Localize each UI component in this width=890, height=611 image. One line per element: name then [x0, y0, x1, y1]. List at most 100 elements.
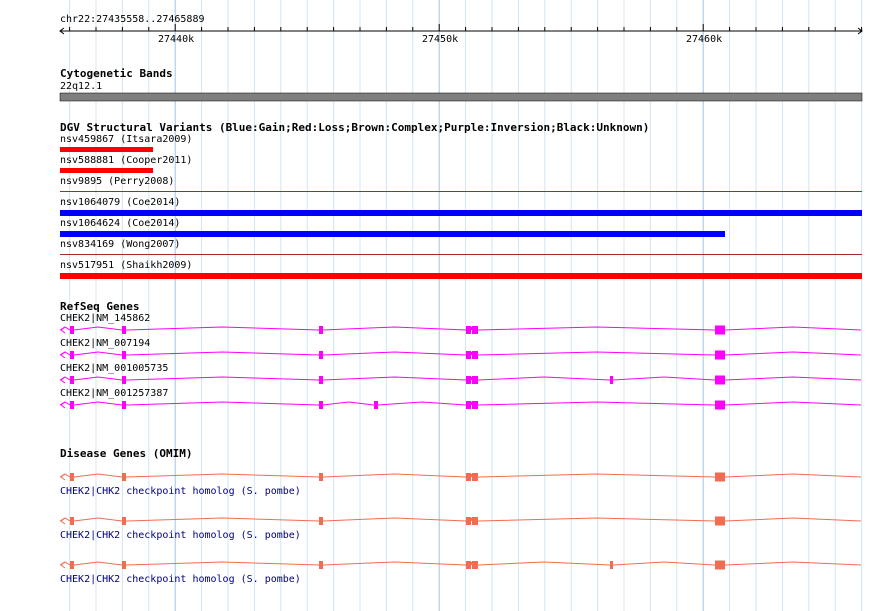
- gene-intron: [73, 326, 123, 331]
- gene-exon: [472, 326, 478, 334]
- gene-intron: [477, 326, 716, 331]
- strand-arrow-icon: [60, 326, 66, 334]
- dgv-variant-label[interactable]: nsv9895 (Perry2008): [60, 176, 174, 188]
- transcript-label[interactable]: CHEK2|NM_145862: [60, 313, 150, 325]
- gene-intron: [470, 517, 473, 522]
- dgv-variant-bar: [60, 273, 862, 279]
- gene-intron: [377, 401, 467, 406]
- gene-exon: [472, 473, 478, 481]
- gene-exon: [122, 351, 126, 359]
- omim-gene-label[interactable]: CHEK2|CHK2 checkpoint homolog (S. pombe): [60, 486, 301, 498]
- cytoband-label: 22q12.1: [60, 81, 103, 92]
- ruler-tick-label: 27450k: [422, 34, 459, 45]
- gene-exon: [70, 517, 74, 525]
- gene-intron: [73, 351, 123, 356]
- gene-intron: [125, 401, 320, 406]
- dgv-variant-label[interactable]: nsv517951 (Shaikh2009): [60, 260, 192, 272]
- dgv-variant-label[interactable]: nsv834169 (Wong2007): [60, 239, 180, 251]
- dgv-variant-bar: [60, 210, 862, 216]
- dgv-variant-label[interactable]: nsv1064624 (Coe2014): [60, 218, 180, 230]
- gene-exon: [715, 560, 725, 570]
- gene-exon: [122, 473, 126, 481]
- gene-exon: [70, 326, 74, 334]
- gene-intron: [612, 561, 716, 566]
- gene-intron: [322, 561, 467, 566]
- gene-exon: [319, 473, 323, 481]
- gene-exon: [715, 472, 725, 482]
- ruler-location: chr22:27435558..27465889: [60, 14, 205, 25]
- gene-exon: [466, 473, 471, 481]
- gene-exon: [472, 376, 478, 384]
- gene-intron: [125, 473, 320, 478]
- ruler-tick-label: 27440k: [158, 34, 195, 45]
- strand-arrow-icon: [60, 561, 66, 569]
- gene-exon: [122, 326, 126, 334]
- gene-exon: [319, 401, 323, 409]
- gene-intron: [724, 473, 862, 478]
- gene-intron: [612, 376, 716, 381]
- gene-exon: [319, 351, 323, 359]
- gene-exon: [715, 350, 725, 360]
- gene-intron: [470, 401, 473, 406]
- gene-exon: [70, 351, 74, 359]
- gene-exon: [319, 517, 323, 525]
- gene-intron: [73, 473, 123, 478]
- dgv-variant-label[interactable]: nsv459867 (Itsara2009): [60, 134, 192, 146]
- track-title-cytoband: Cytogenetic Bands: [60, 67, 173, 80]
- track-title-omim: Disease Genes (OMIM): [60, 447, 193, 460]
- gene-intron: [125, 326, 320, 331]
- gene-exon: [70, 376, 74, 384]
- gene-intron: [724, 561, 862, 566]
- genome-browser-panel[interactable]: chr22:27435558..27465889 27440k 27450k 2…: [0, 0, 890, 611]
- gene-exon: [610, 376, 613, 384]
- gene-exon: [70, 401, 74, 409]
- gene-exon: [715, 400, 725, 410]
- dgv-variant-bar: [60, 254, 862, 255]
- gene-intron: [322, 473, 467, 478]
- transcript-label[interactable]: CHEK2|NM_007194: [60, 338, 150, 350]
- gene-exon: [466, 326, 471, 334]
- transcript-label[interactable]: CHEK2|NM_001257387: [60, 388, 168, 400]
- gene-intron: [125, 517, 320, 522]
- gene-intron: [470, 473, 473, 478]
- dgv-variant-bar: [60, 147, 153, 152]
- gene-exon: [466, 376, 471, 384]
- gene-exon: [122, 517, 126, 525]
- gene-intron: [470, 351, 473, 356]
- dgv-variant-label[interactable]: nsv588881 (Cooper2011): [60, 155, 192, 167]
- dgv-variant-bar: [60, 231, 725, 237]
- gene-exon: [466, 561, 471, 569]
- gene-intron: [73, 517, 123, 522]
- gene-exon: [466, 351, 471, 359]
- gene-exon: [715, 516, 725, 526]
- gene-intron: [724, 376, 862, 381]
- dgv-variant-label[interactable]: nsv1064079 (Coe2014): [60, 197, 180, 209]
- gene-intron: [470, 561, 473, 566]
- gene-exon: [715, 375, 725, 385]
- strand-arrow-icon: [60, 351, 66, 359]
- cytoband-bar: [59, 92, 863, 102]
- omim-gene-label[interactable]: CHEK2|CHK2 checkpoint homolog (S. pombe): [60, 530, 301, 542]
- gene-intron: [724, 517, 862, 522]
- gene-exon: [472, 517, 478, 525]
- gene-exon: [715, 325, 725, 335]
- gene-exon: [466, 517, 471, 525]
- gene-exon: [374, 401, 378, 409]
- gene-exon: [472, 561, 478, 569]
- gene-intron: [125, 376, 320, 381]
- gene-exon: [319, 561, 323, 569]
- gene-exon: [122, 376, 126, 384]
- gene-intron: [477, 351, 716, 356]
- ruler-tick-label: 27460k: [686, 34, 723, 45]
- gene-intron: [477, 517, 716, 522]
- gene-intron: [125, 351, 320, 356]
- gene-intron: [322, 376, 467, 381]
- gene-exon: [70, 561, 74, 569]
- strand-arrow-icon: [60, 473, 66, 481]
- transcript-label[interactable]: CHEK2|NM_001005735: [60, 363, 168, 375]
- gene-intron: [322, 517, 467, 522]
- gene-exon: [122, 401, 126, 409]
- gene-intron: [724, 401, 862, 406]
- gene-intron: [322, 351, 467, 356]
- omim-gene-label[interactable]: CHEK2|CHK2 checkpoint homolog (S. pombe): [60, 574, 301, 586]
